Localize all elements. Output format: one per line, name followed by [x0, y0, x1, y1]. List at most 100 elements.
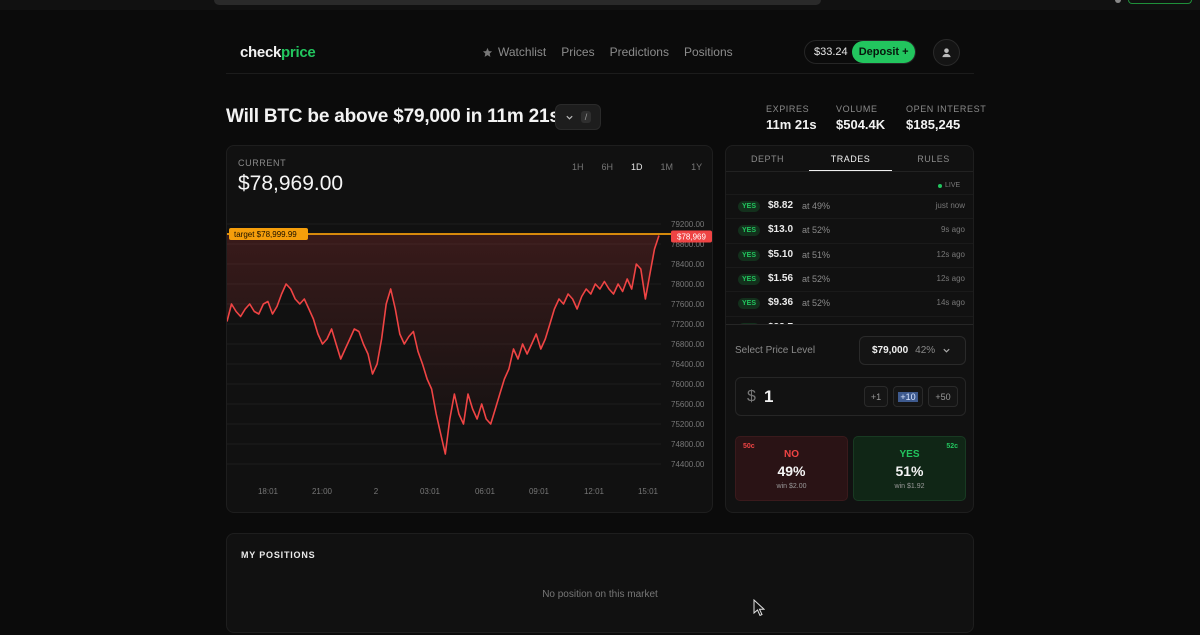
current-label: CURRENT	[238, 158, 287, 168]
range-1m[interactable]: 1M	[661, 162, 674, 172]
step-plus-1-button[interactable]: +1	[864, 386, 888, 407]
trade-row: YES $1.56 at 52% 12s ago	[726, 266, 973, 291]
range-1h[interactable]: 1H	[572, 162, 584, 172]
trade-amount: $1.56	[768, 272, 794, 284]
logo-text-check: check	[240, 44, 282, 61]
logo[interactable]: checkprice	[240, 44, 316, 61]
stat-value: 11m 21s	[766, 117, 817, 132]
trade-side-badge: YES	[738, 273, 761, 285]
yes-pct: 51%	[895, 463, 924, 479]
trade-side-badge: YES	[738, 225, 761, 237]
trade-row: YES $5.10 at 51% 12s ago	[726, 242, 973, 267]
stat-volume: VOLUME $504.4K	[836, 104, 885, 132]
nav-positions[interactable]: Positions	[684, 45, 733, 59]
browser-top-strip	[0, 0, 1200, 10]
x-tick-label: 03:01	[420, 487, 441, 496]
tab-trades[interactable]: TRADES	[809, 146, 892, 171]
step-plus-10-label: +10	[898, 391, 918, 402]
x-tick-label: 21:00	[312, 487, 333, 496]
price-level-label: Select Price Level	[735, 345, 816, 356]
top-nav: checkprice Watchlist Prices Predictions …	[226, 36, 974, 74]
trade-price: at 52%	[802, 298, 831, 309]
trade-price: at 49%	[802, 201, 831, 211]
y-tick-label: 76800.00	[671, 340, 705, 349]
trade-time: 12s ago	[936, 249, 965, 259]
y-tick-label: 78400.00	[671, 260, 705, 269]
positions-heading: MY POSITIONS	[241, 550, 316, 560]
market-title: Will BTC be above $79,000 in 11m 21s?	[226, 106, 572, 127]
trade-price: at 52%	[802, 225, 831, 236]
stat-label: OPEN INTEREST	[906, 104, 987, 114]
chevron-down-icon	[943, 348, 950, 353]
price-chart-card: 79200.00 78800.00 78400.00 78000.00 77600.00…	[226, 145, 713, 513]
x-tick-label: 12:01	[584, 487, 605, 496]
y-tick-label: 78000.00	[671, 280, 705, 289]
range-1y[interactable]: 1Y	[691, 162, 702, 172]
yes-win: win $1.92	[894, 483, 925, 490]
range-1d[interactable]: 1D	[631, 162, 643, 172]
trade-price: at 52%	[802, 273, 831, 284]
price-level-select[interactable]: $79,000 42%	[859, 336, 966, 365]
trade-amount: $8.82	[768, 200, 794, 211]
stat-label: VOLUME	[836, 104, 878, 114]
trade-time: 14s ago	[936, 298, 965, 308]
stat-label: EXPIRES	[766, 104, 810, 114]
y-tick-label: 77200.00	[671, 320, 705, 329]
x-tick-label: 06:01	[475, 487, 496, 496]
trades-list[interactable]: YES $8.82 at 49% just now YES $13.0 at 52% 9s a…	[726, 194, 973, 324]
trade-time: 12s ago	[936, 273, 965, 283]
market-switcher-button[interactable]: /	[555, 104, 601, 130]
x-tick-label: 09:01	[529, 487, 550, 496]
tab-rules[interactable]: RULES	[892, 146, 973, 171]
wallet: $33.24 Deposit +	[804, 40, 916, 64]
stat-value: $185,245	[906, 117, 961, 132]
yes-label: YES	[899, 449, 920, 460]
trade-amount: $9.36	[768, 297, 794, 309]
range-selector: 1H 6H 1D 1M 1Y	[572, 162, 702, 172]
tab-depth[interactable]: DEPTH	[726, 146, 809, 171]
trade-time: 9s ago	[940, 225, 965, 235]
nav-watchlist-label: Watchlist	[498, 45, 547, 59]
amount-currency: $	[747, 388, 756, 405]
x-tick-label: 2	[374, 487, 379, 496]
balance: $33.24	[814, 46, 848, 58]
y-tick-label: 77600.00	[671, 300, 705, 309]
y-tick-label: 74800.00	[671, 440, 705, 449]
mouse-cursor-icon	[753, 599, 765, 617]
price-badge: $78,969	[677, 233, 706, 242]
range-6h[interactable]: 6H	[602, 162, 614, 172]
logo-text-price: price	[281, 44, 316, 61]
stat-value: $504.4K	[836, 117, 886, 132]
address-bar[interactable]	[214, 0, 821, 5]
step-plus-10-button[interactable]: +10	[893, 386, 923, 407]
positions-empty-state: No position on this market	[542, 589, 658, 600]
y-tick-label: 79200.00	[671, 220, 705, 229]
browser-action-button[interactable]	[1128, 0, 1192, 4]
nav-watchlist[interactable]: Watchlist	[482, 45, 546, 59]
browser-indicator	[1115, 0, 1121, 3]
y-tick-label: 75600.00	[671, 400, 705, 409]
trade-panel: DEPTH TRADES RULES LIVE YES $8.82 at 49% ju…	[725, 145, 974, 513]
user-icon	[942, 48, 951, 58]
trade-row: YES$22.7at 51%20s ago	[726, 315, 973, 324]
nav-prices[interactable]: Prices	[561, 45, 594, 59]
step-plus-50-button[interactable]: +50	[928, 386, 958, 407]
price-chart[interactable]: 79200.0078800.0078400.0078000.0077600.00…	[227, 146, 713, 513]
bet-yes-button[interactable]: 52c YES 51% win $1.92	[853, 436, 966, 501]
no-label: NO	[784, 449, 799, 460]
no-win: win $2.00	[776, 483, 807, 490]
live-indicator: LIVE	[938, 182, 960, 189]
trade-row: YES $13.0 at 52% 9s ago	[726, 218, 973, 242]
deposit-button[interactable]: Deposit +	[852, 41, 915, 63]
avatar[interactable]	[933, 39, 960, 66]
star-icon	[482, 47, 493, 57]
no-pct: 49%	[777, 463, 806, 479]
current-price: $78,969.00	[238, 172, 344, 195]
nav-predictions[interactable]: Predictions	[610, 45, 669, 59]
y-tick-label: 74400.00	[671, 460, 705, 469]
bet-no-button[interactable]: 50c NO 49% win $2.00	[735, 436, 848, 501]
trade-side-badge: YES	[738, 298, 761, 310]
price-level-pct: 42%	[915, 345, 936, 356]
y-tick-label: 76000.00	[671, 380, 705, 389]
amount-input[interactable]: $ 1 +1 +10 +50	[735, 377, 966, 416]
